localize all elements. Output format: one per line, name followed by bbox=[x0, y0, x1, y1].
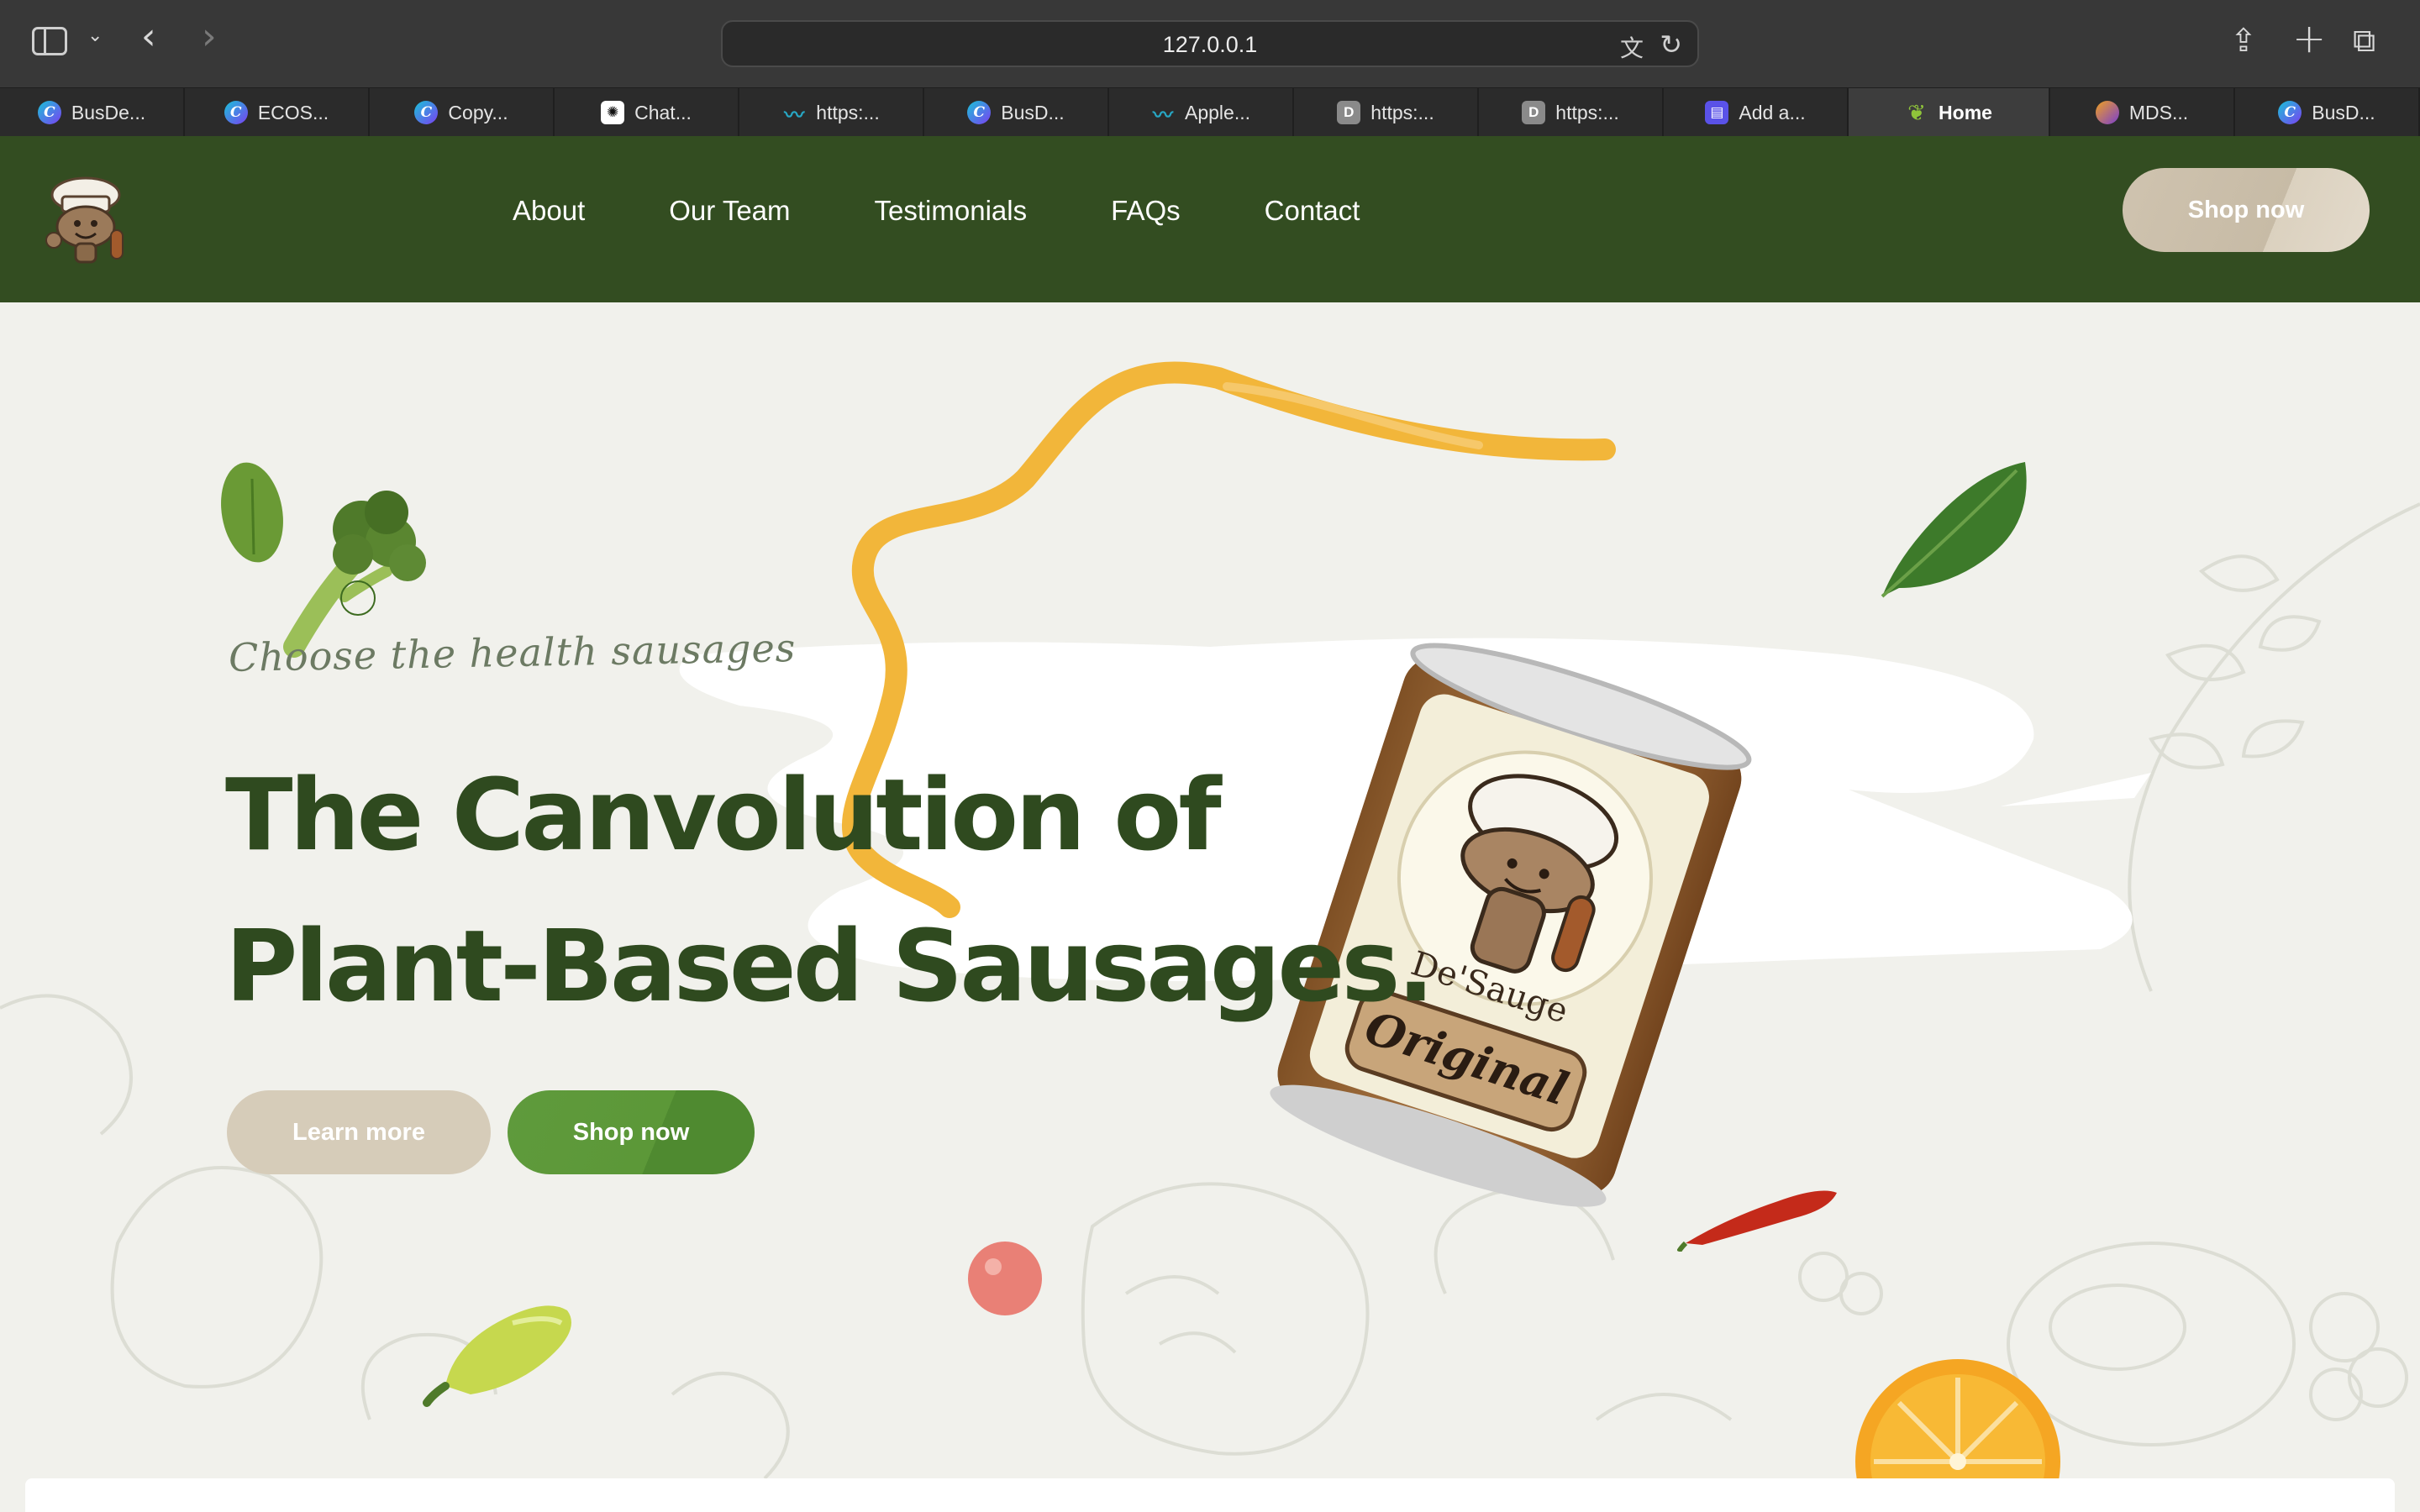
browser-tab[interactable]: C BusDe... bbox=[0, 88, 185, 137]
nav-faqs[interactable]: FAQs bbox=[1111, 195, 1181, 227]
browser-tab[interactable]: Dhttps:... bbox=[1294, 88, 1479, 137]
browser-tab-label: https:... bbox=[1370, 101, 1434, 123]
nav-about[interactable]: About bbox=[513, 195, 585, 227]
browser-tab[interactable]: ❦ Home bbox=[1849, 88, 2050, 137]
sidebar-toggle-icon[interactable] bbox=[32, 27, 67, 55]
browser-tab[interactable]: C BusD... bbox=[2235, 88, 2420, 137]
tab-overview-icon[interactable]: ⧉ bbox=[2353, 22, 2375, 60]
site-header: About Our Team Testimonials FAQs Contact… bbox=[0, 136, 2420, 302]
browser-tab[interactable]: 〰 https:... bbox=[739, 88, 924, 137]
browser-tab[interactable]: MDS... bbox=[2050, 88, 2235, 137]
chevron-right-icon[interactable]: › bbox=[202, 18, 217, 55]
browser-tab-label: Apple... bbox=[1185, 101, 1250, 123]
browser-tab-label: BusD... bbox=[1001, 101, 1065, 123]
browser-tab-label: https:... bbox=[816, 101, 880, 123]
tomato-icon bbox=[968, 1242, 1042, 1315]
nav-our-team[interactable]: Our Team bbox=[669, 195, 790, 227]
canva-favicon-icon: C bbox=[414, 101, 439, 124]
hero-section: De'Sauge Original Choose the health saus… bbox=[0, 302, 2420, 1512]
browser-toolbar: ⌄ ‹ › 127.0.0.1 文 ↻ ⇪ + ⧉ bbox=[0, 0, 2420, 87]
mds-favicon-icon bbox=[2095, 101, 2119, 124]
add-favicon-icon: ▤ bbox=[1705, 101, 1729, 124]
hero-headline: The Canvolution of Plant-Based Sausages. bbox=[225, 739, 1434, 1042]
feather-favicon-icon: 〰 bbox=[784, 103, 805, 127]
nav-contact[interactable]: Contact bbox=[1265, 195, 1360, 227]
browser-tab-label: Chat... bbox=[634, 101, 692, 123]
canva-favicon-icon: C bbox=[2278, 101, 2302, 124]
spinach-leaf-icon bbox=[1881, 462, 2027, 598]
address-bar[interactable]: 127.0.0.1 文 ↻ bbox=[721, 20, 1699, 67]
d-favicon-icon: D bbox=[1337, 101, 1361, 124]
browser-tab-label: BusDe... bbox=[71, 101, 146, 123]
header-shop-now-button[interactable]: Shop now bbox=[2123, 168, 2370, 252]
reload-icon[interactable]: ↻ bbox=[1660, 29, 1682, 60]
browser-tab-label: BusD... bbox=[2312, 101, 2375, 123]
canva-favicon-icon: C bbox=[967, 101, 992, 124]
browser-tab[interactable]: 〰 Apple... bbox=[1109, 88, 1294, 137]
browser-tab-label: MDS... bbox=[2128, 101, 2189, 123]
next-section-card bbox=[25, 1478, 2395, 1512]
pepper-icon bbox=[423, 1305, 571, 1407]
leaf-favicon-icon: ❦ bbox=[1907, 99, 1926, 125]
browser-tab[interactable]: ▤ Add a... bbox=[1664, 88, 1849, 137]
browser-tab-label: Add a... bbox=[1739, 101, 1806, 123]
headline-line-1: The Canvolution of bbox=[225, 757, 1222, 873]
canva-favicon-icon: C bbox=[37, 101, 61, 124]
address-text[interactable]: 127.0.0.1 bbox=[723, 32, 1697, 58]
d-favicon-icon: D bbox=[1522, 101, 1546, 124]
browser-tab-label: https:... bbox=[1555, 101, 1619, 123]
browser-tab[interactable]: ✺ Chat... bbox=[555, 88, 739, 137]
openai-favicon-icon: ✺ bbox=[601, 101, 625, 124]
browser-tab-label: Copy... bbox=[448, 101, 508, 123]
main-nav: About Our Team Testimonials FAQs Contact bbox=[513, 195, 1360, 227]
translate-icon[interactable]: 文 bbox=[1620, 30, 1644, 64]
plus-icon[interactable]: + bbox=[2292, 15, 2326, 62]
browser-tab[interactable]: C Copy... bbox=[370, 88, 555, 137]
chevron-left-icon[interactable]: ‹ bbox=[141, 18, 156, 55]
browser-tab[interactable]: Dhttps:... bbox=[1479, 88, 1664, 137]
share-icon[interactable]: ⇪ bbox=[2230, 22, 2257, 59]
nav-testimonials[interactable]: Testimonials bbox=[875, 195, 1028, 227]
headline-line-2: Plant-Based Sausages. bbox=[225, 908, 1434, 1024]
hero-shop-now-button[interactable]: Shop now bbox=[508, 1090, 755, 1174]
feather-favicon-icon: 〰 bbox=[1153, 103, 1173, 127]
browser-tab-label: Home bbox=[1939, 101, 1992, 123]
browser-tab-label: ECOS... bbox=[257, 101, 329, 123]
learn-more-button[interactable]: Learn more bbox=[227, 1090, 491, 1174]
canva-favicon-icon: C bbox=[224, 101, 248, 124]
browser-tab[interactable]: C ECOS... bbox=[185, 88, 370, 137]
chevron-down-icon[interactable]: ⌄ bbox=[87, 25, 103, 46]
browser-tab[interactable]: C BusD... bbox=[924, 88, 1109, 137]
tab-bar: C BusDe... C ECOS... C Copy... ✺ Chat... 〰 https:… bbox=[0, 87, 2420, 137]
brand-logo[interactable] bbox=[37, 170, 134, 270]
